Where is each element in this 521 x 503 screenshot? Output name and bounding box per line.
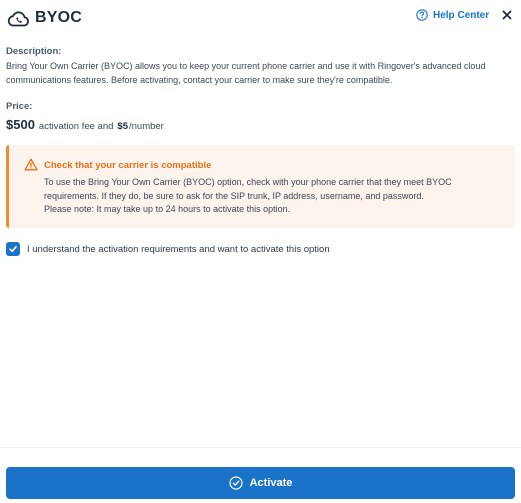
agreement-checkbox-row[interactable]: I understand the activation requirements… [6, 242, 330, 256]
activate-button[interactable]: Activate [6, 467, 515, 499]
checkmark-icon [9, 246, 17, 253]
help-center-label: Help Center [433, 9, 490, 21]
agreement-checkbox[interactable] [6, 242, 20, 256]
description-text: Bring Your Own Carrier (BYOC) allows you… [6, 61, 486, 85]
warning-triangle-icon [24, 158, 38, 171]
agreement-label: I understand the activation requirements… [27, 243, 330, 255]
price-line: $500 activation fee and $5 /number [6, 117, 164, 132]
warning-line: To use the Bring Your Own Carrier (BYOC)… [44, 177, 452, 187]
check-circle-icon [228, 476, 243, 490]
close-icon[interactable] [499, 7, 515, 23]
warning-body: To use the Bring Your Own Carrier (BYOC)… [44, 176, 509, 217]
activate-label: Activate [249, 477, 293, 489]
activation-fee-text: activation fee and [38, 121, 114, 132]
modal-header: BYOC Help Center [0, 0, 521, 36]
per-number-amount: $5 [117, 121, 128, 132]
compatibility-warning: Check that your carrier is compatible To… [6, 145, 515, 228]
brand: BYOC [6, 8, 82, 28]
help-center-link[interactable]: Help Center [416, 9, 489, 21]
activation-fee-amount: $500 [6, 117, 35, 132]
warning-line: Please note: It may take up to 24 hours … [44, 204, 291, 214]
price-label: Price: [6, 101, 33, 112]
question-circle-icon [416, 9, 428, 21]
warning-line: requirements. If they do, be sure to ask… [44, 190, 424, 201]
page-title: BYOC [35, 9, 83, 26]
description-label: Description: [6, 46, 62, 57]
per-number-text: /number [128, 121, 164, 132]
footer-divider [0, 447, 521, 448]
cloud-phone-icon [7, 11, 29, 27]
warning-title: Check that your carrier is compatible [44, 160, 212, 171]
